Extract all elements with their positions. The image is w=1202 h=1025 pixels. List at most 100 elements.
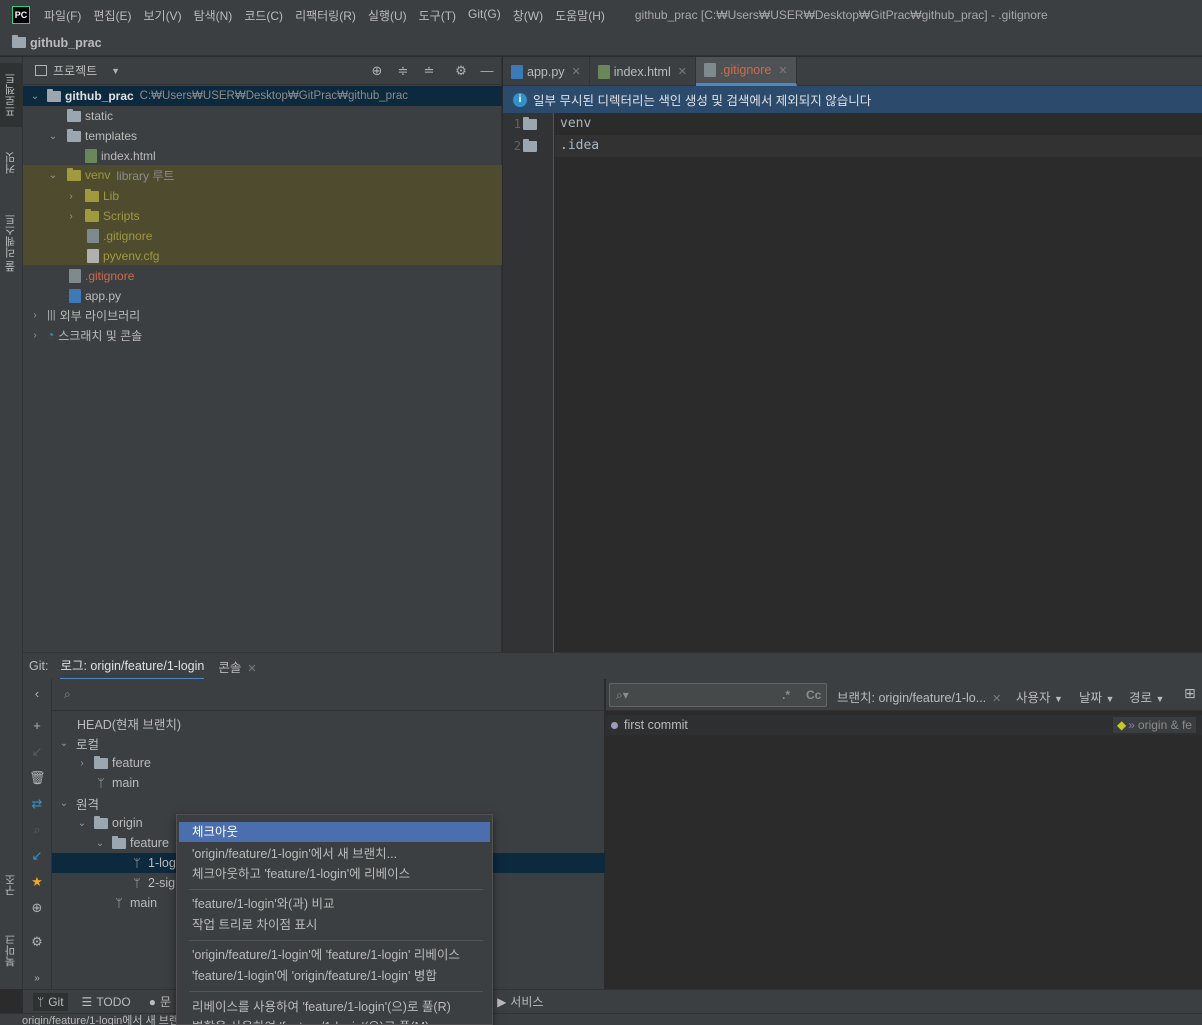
menu-item-merge[interactable]: 'feature/1-login'에 'origin/feature/1-log… — [179, 966, 490, 986]
tree-item-scratches[interactable]: › ◔ 스크래치 및 콘솔 — [23, 325, 502, 345]
update-icon[interactable]: ↙ — [29, 744, 45, 760]
expand-all-icon[interactable]: ≑ — [395, 63, 411, 79]
compare-icon[interactable]: ⇄ — [29, 796, 45, 812]
bottom-tab-services[interactable]: ▶ 서비스 — [493, 991, 547, 1012]
menu-item-checkout-rebase[interactable]: 체크아웃하고 'feature/1-login'에 리베이스 — [179, 864, 490, 884]
tree-item-external-libraries[interactable]: › ||| 외부 라이브러리 — [23, 305, 502, 325]
menu-edit[interactable]: 편집(E) — [93, 7, 131, 24]
search-icon[interactable]: ⌕ — [29, 822, 45, 838]
tree-item-gitignore[interactable]: .gitignore — [23, 266, 502, 286]
menu-view[interactable]: 보기(V) — [143, 7, 181, 24]
menu-tools[interactable]: 도구(T) — [419, 7, 456, 24]
menu-navigate[interactable]: 탐색(N) — [194, 7, 233, 24]
tree-item-pyvenv-cfg[interactable]: pyvenv.cfg — [23, 246, 502, 266]
project-view-selector[interactable]: 프로젝트 — [53, 62, 97, 79]
menu-item-pull-merge[interactable]: 병합을 사용하여 'feature/1-login'(으)로 풀(M) — [179, 1017, 490, 1024]
tab-structure[interactable]: 구조 — [0, 863, 22, 907]
branch-group-remote[interactable]: ⌄ 원격 — [52, 793, 605, 813]
tree-item-index-html[interactable]: index.html — [23, 146, 502, 166]
tab-project[interactable]: 프로젝트 — [0, 63, 22, 127]
chevron-right-icon[interactable]: › — [65, 211, 77, 222]
menu-item-checkout[interactable]: 체크아웃 — [179, 822, 490, 842]
menu-git[interactable]: Git(G) — [468, 7, 501, 24]
chevron-down-icon[interactable]: ⌄ — [94, 838, 106, 849]
locate-icon[interactable]: ⊕ — [29, 900, 45, 916]
commit-row[interactable]: first commit ◆» origin & fe — [606, 715, 1202, 735]
branch-group-local[interactable]: ⌄ 로컬 — [52, 733, 605, 753]
chevron-right-icon[interactable]: › — [29, 310, 41, 321]
branch-local-main[interactable]: ᛘ main — [52, 773, 605, 793]
more-icon[interactable]: » — [29, 971, 45, 987]
gear-icon[interactable]: ⚙ — [29, 934, 45, 950]
tree-item-project-root[interactable]: ⌄ github_prac C:₩Users₩USER₩Desktop₩GitP… — [23, 86, 502, 106]
user-filter[interactable]: 사용자 ▼ — [1016, 687, 1063, 706]
log-search-input[interactable]: ⌕▾ .* Cc — [609, 683, 827, 707]
menu-window[interactable]: 창(W) — [513, 7, 543, 24]
chevron-right-icon[interactable]: › — [29, 330, 41, 341]
chevron-right-icon[interactable]: › — [76, 758, 88, 769]
menu-refactor[interactable]: 리팩터링(R) — [295, 7, 356, 24]
close-icon[interactable]: ✕ — [992, 693, 1001, 705]
chevron-right-icon[interactable]: › — [65, 191, 77, 202]
tab-bookmarks[interactable]: 북마크 — [0, 923, 22, 979]
menu-item-pull-rebase[interactable]: 리베이스를 사용하여 'feature/1-login'(으)로 풀(R) — [179, 997, 490, 1017]
regex-toggle[interactable]: .* — [782, 688, 790, 702]
chevron-down-icon[interactable]: ⌄ — [58, 738, 70, 749]
menu-item-show-diff[interactable]: 작업 트리로 차이점 표시 — [179, 915, 490, 935]
close-icon[interactable]: ✕ — [572, 65, 581, 78]
menu-item-rebase[interactable]: 'origin/feature/1-login'에 'feature/1-log… — [179, 945, 490, 965]
tab-index-html[interactable]: index.html ✕ — [590, 57, 696, 86]
menu-code[interactable]: 코드(C) — [244, 7, 283, 24]
close-icon[interactable]: ✕ — [778, 64, 787, 77]
tree-item-scripts[interactable]: › Scripts — [23, 206, 502, 226]
bottom-tab-git[interactable]: ᛘ Git — [33, 992, 68, 1011]
fetch-icon[interactable]: ↙ — [29, 848, 45, 864]
tab-pull-requests[interactable]: 풀 리퀘스트 — [0, 203, 22, 283]
branch-filter[interactable]: 브랜치: origin/feature/1-lo... ✕ — [837, 687, 1001, 706]
tab-commit[interactable]: 커밋 — [0, 141, 22, 185]
menu-item-compare[interactable]: 'feature/1-login'와(과) 비교 — [179, 894, 490, 914]
tab-git-log[interactable]: 로그: origin/feature/1-login — [60, 651, 205, 681]
menu-help[interactable]: 도움말(H) — [555, 7, 605, 24]
tree-item-lib[interactable]: › Lib — [23, 186, 502, 206]
chevron-left-icon[interactable]: ‹ — [29, 686, 45, 702]
menu-file[interactable]: 파일(F) — [44, 7, 81, 24]
tree-item-venv[interactable]: ⌄ venv library 루트 — [23, 165, 502, 185]
branch-folder-local-feature[interactable]: › feature — [52, 753, 605, 773]
branch-search[interactable]: ⌕ — [52, 679, 604, 711]
tab-gitignore[interactable]: .gitignore ✕ — [695, 57, 797, 86]
locate-icon[interactable]: ⊕ — [369, 63, 385, 79]
tree-item-app-py[interactable]: app.py — [23, 286, 502, 306]
collapse-all-icon[interactable]: ≐ — [421, 63, 437, 79]
tab-console[interactable]: 콘솔 ✕ — [218, 653, 256, 680]
chevron-down-icon[interactable]: ⌄ — [29, 91, 41, 102]
path-filter[interactable]: 경로 ▼ — [1129, 687, 1164, 706]
chevron-down-icon[interactable]: ⌄ — [76, 818, 88, 829]
tree-item-static[interactable]: static — [23, 106, 502, 126]
chevron-down-icon[interactable]: ⌄ — [58, 798, 70, 809]
tree-item-templates[interactable]: ⌄ templates — [23, 126, 502, 146]
match-case-toggle[interactable]: Cc — [806, 688, 821, 702]
new-tab-icon[interactable]: ⊞ — [1184, 685, 1196, 702]
gear-icon[interactable]: ⚙ — [453, 63, 469, 79]
star-icon[interactable]: ★ — [29, 874, 45, 890]
chevron-down-icon[interactable]: ⌄ — [47, 170, 59, 181]
chevron-down-icon[interactable]: ▼ — [111, 66, 120, 76]
menu-item-new-branch[interactable]: 'origin/feature/1-login'에서 새 브랜치... — [179, 844, 490, 864]
date-filter[interactable]: 날짜 ▼ — [1079, 687, 1114, 706]
hide-icon[interactable]: — — [479, 63, 495, 79]
bottom-tab-problems[interactable]: ● 문 — [145, 991, 175, 1012]
navigation-bar: github_prac — [0, 30, 1202, 56]
branch-head[interactable]: HEAD(현재 브랜치) — [52, 713, 605, 733]
bottom-tab-todo[interactable]: ☰ TODO — [78, 993, 135, 1011]
menu-run[interactable]: 실행(U) — [368, 7, 407, 24]
delete-icon[interactable]: 🗑 — [29, 770, 46, 786]
code-editor[interactable]: venv .idea — [555, 113, 1202, 652]
tree-item-venv-gitignore[interactable]: .gitignore — [23, 226, 502, 246]
add-icon[interactable]: + — [29, 718, 45, 734]
chevron-down-icon[interactable]: ⌄ — [47, 131, 59, 142]
close-icon[interactable]: ✕ — [247, 663, 256, 675]
breadcrumb-project[interactable]: github_prac — [30, 36, 102, 50]
tab-app-py[interactable]: app.py ✕ — [503, 57, 590, 86]
close-icon[interactable]: ✕ — [678, 65, 687, 78]
